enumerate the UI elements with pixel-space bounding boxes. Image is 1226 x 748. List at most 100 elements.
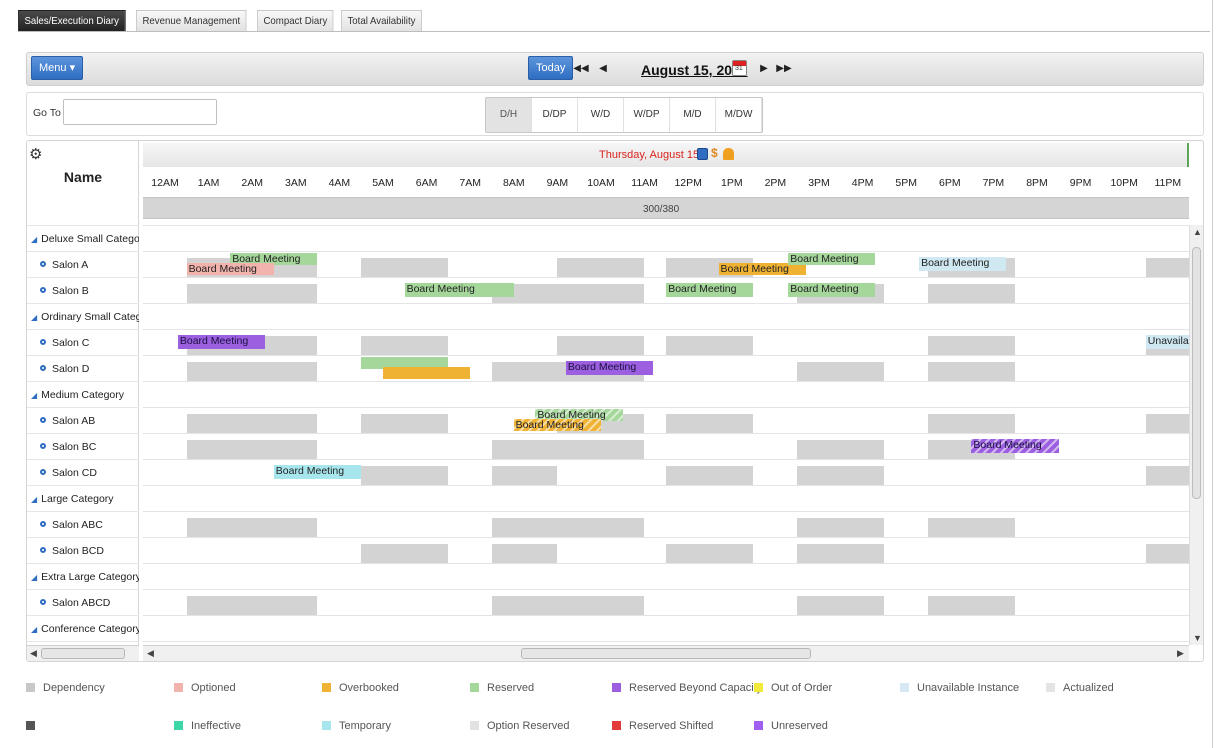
right-arrow-icon[interactable]: ▶ [756, 59, 772, 79]
room-timeline-row[interactable] [143, 329, 1190, 355]
scroll-up-icon[interactable]: ▲ [1193, 227, 1202, 237]
collapse-triangle-icon[interactable]: ◢ [31, 227, 37, 251]
scroll-right-icon[interactable]: ▶ [1177, 648, 1184, 659]
view-d-h[interactable]: D/H [486, 98, 532, 132]
timeline-horizontal-scrollbar[interactable]: ◀ ▶ [143, 645, 1189, 661]
room-timeline-row[interactable] [143, 407, 1190, 433]
category-row[interactable]: ◢ Large Category [27, 485, 139, 511]
booking-event[interactable]: Unavailable [1145, 335, 1190, 349]
legend-label: Reserved [487, 682, 535, 694]
double-left-arrow-icon[interactable]: ◀◀ [573, 59, 589, 79]
room-timeline-row[interactable] [143, 537, 1190, 563]
legend-item: Unreserved [754, 720, 828, 732]
booking-event[interactable]: Board Meeting [788, 283, 876, 297]
view-w-dp[interactable]: W/DP [624, 98, 670, 132]
room-row[interactable]: Salon ABC [27, 511, 139, 537]
room-row[interactable]: Salon CD [27, 459, 139, 485]
booking-event[interactable]: Board Meeting [666, 283, 754, 297]
room-row[interactable]: Salon B [27, 277, 139, 303]
room-row[interactable]: Salon ABCD [27, 589, 139, 615]
category-timeline-row[interactable] [143, 563, 1189, 589]
view-d-dp[interactable]: D/DP [532, 98, 578, 132]
dollar-icon[interactable]: $ [711, 147, 722, 160]
double-right-arrow-icon[interactable]: ▶▶ [776, 59, 792, 79]
category-timeline-row[interactable] [143, 485, 1189, 511]
name-scroll-thumb[interactable] [41, 648, 125, 659]
room-circle-icon [40, 469, 46, 475]
name-column: ⚙ Name ◢ Deluxe Small Category Salon A Salo… [27, 141, 139, 661]
bell-icon[interactable] [723, 148, 734, 160]
scroll-left-icon[interactable]: ◀ [147, 648, 154, 659]
collapse-triangle-icon[interactable]: ◢ [31, 617, 37, 641]
tab-sales-execution-diary[interactable]: Sales/Execution Diary [18, 10, 126, 31]
category-timeline-row[interactable] [143, 225, 1189, 251]
today-button[interactable]: Today [528, 56, 574, 80]
hour-label: 8PM [1026, 177, 1048, 189]
room-row[interactable]: Salon BC [27, 433, 139, 459]
view-m-d[interactable]: M/D [670, 98, 716, 132]
collapse-triangle-icon[interactable]: ◢ [31, 305, 37, 329]
booking-event[interactable]: Board Meeting [186, 263, 274, 275]
unavailable-block [557, 440, 645, 459]
room-row[interactable]: Salon D [27, 355, 139, 381]
scroll-left-icon[interactable]: ◀ [30, 648, 37, 659]
name-horizontal-scrollbar[interactable]: ◀ [27, 645, 139, 661]
booking-event[interactable]: Board Meeting [404, 283, 514, 297]
category-timeline-row[interactable] [143, 615, 1189, 641]
unavailable-block [927, 414, 1015, 433]
view-mode-selector: D/H D/DP W/D W/DP M/D M/DW [485, 97, 763, 133]
tab-revenue-management[interactable]: Revenue Management [135, 10, 247, 31]
vertical-scroll-thumb[interactable] [1192, 247, 1201, 499]
row-label: Salon BC [52, 441, 97, 453]
hour-label: 5AM [372, 177, 394, 189]
view-w-d[interactable]: W/D [578, 98, 624, 132]
hour-label: 10AM [587, 177, 615, 189]
calendar-icon[interactable] [732, 60, 747, 76]
scroll-down-icon[interactable]: ▼ [1193, 633, 1202, 643]
collapse-triangle-icon[interactable]: ◢ [31, 565, 37, 589]
timeline-scroll-thumb[interactable] [521, 648, 811, 659]
collapse-triangle-icon[interactable]: ◢ [31, 487, 37, 511]
category-row[interactable]: ◢ Medium Category [27, 381, 139, 407]
legend-swatch [174, 721, 183, 730]
room-row[interactable]: Salon BCD [27, 537, 139, 563]
category-row[interactable]: ◢ Conference Category [27, 615, 139, 641]
hour-label: 5PM [895, 177, 917, 189]
booking-event[interactable]: Board Meeting [273, 465, 361, 479]
hour-label: 4AM [328, 177, 351, 189]
booking-event[interactable]: Board Meeting [919, 257, 1007, 271]
category-timeline-row[interactable] [143, 303, 1189, 329]
legend-swatch [470, 721, 479, 730]
booking-event[interactable] [382, 367, 470, 379]
unavailable-block [666, 336, 754, 355]
booking-event[interactable]: Board Meeting [177, 335, 266, 349]
collapse-triangle-icon[interactable]: ◢ [31, 383, 37, 407]
goto-input[interactable] [63, 99, 217, 125]
image-icon[interactable] [697, 148, 708, 160]
room-timeline-row[interactable] [143, 589, 1189, 615]
room-row[interactable]: Salon C [27, 329, 139, 355]
tab-total-availability[interactable]: Total Availability [341, 10, 423, 31]
unavailable-block [491, 362, 558, 381]
left-arrow-icon[interactable]: ◀ [595, 59, 611, 79]
room-row[interactable]: Salon A [27, 251, 139, 277]
unavailable-block [186, 362, 318, 381]
booking-event[interactable]: Board Meeting [788, 253, 876, 265]
booking-event[interactable]: Board Meeting [565, 361, 654, 375]
vertical-scrollbar[interactable]: ▲ ▼ [1189, 225, 1203, 645]
room-row[interactable]: Salon AB [27, 407, 139, 433]
diary-tabs: Sales/Execution Diary Revenue Management C… [18, 10, 430, 31]
booking-event[interactable]: Board Meeting [513, 419, 601, 431]
category-row[interactable]: ◢ Ordinary Small Category [27, 303, 139, 329]
view-m-dw[interactable]: M/DW [716, 98, 762, 132]
category-row[interactable]: ◢ Extra Large Category [27, 563, 139, 589]
category-row[interactable]: ◢ Deluxe Small Category [27, 225, 139, 251]
room-timeline-row[interactable] [143, 355, 1189, 381]
gear-icon[interactable]: ⚙ [29, 145, 42, 163]
legend-item: Ineffective [174, 720, 241, 732]
room-timeline-row[interactable] [143, 511, 1189, 537]
tab-compact-diary[interactable]: Compact Diary [256, 10, 334, 31]
menu-button[interactable]: Menu ▾ [31, 56, 84, 80]
booking-event[interactable]: Board Meeting [971, 439, 1059, 453]
category-timeline-row[interactable] [143, 381, 1189, 407]
